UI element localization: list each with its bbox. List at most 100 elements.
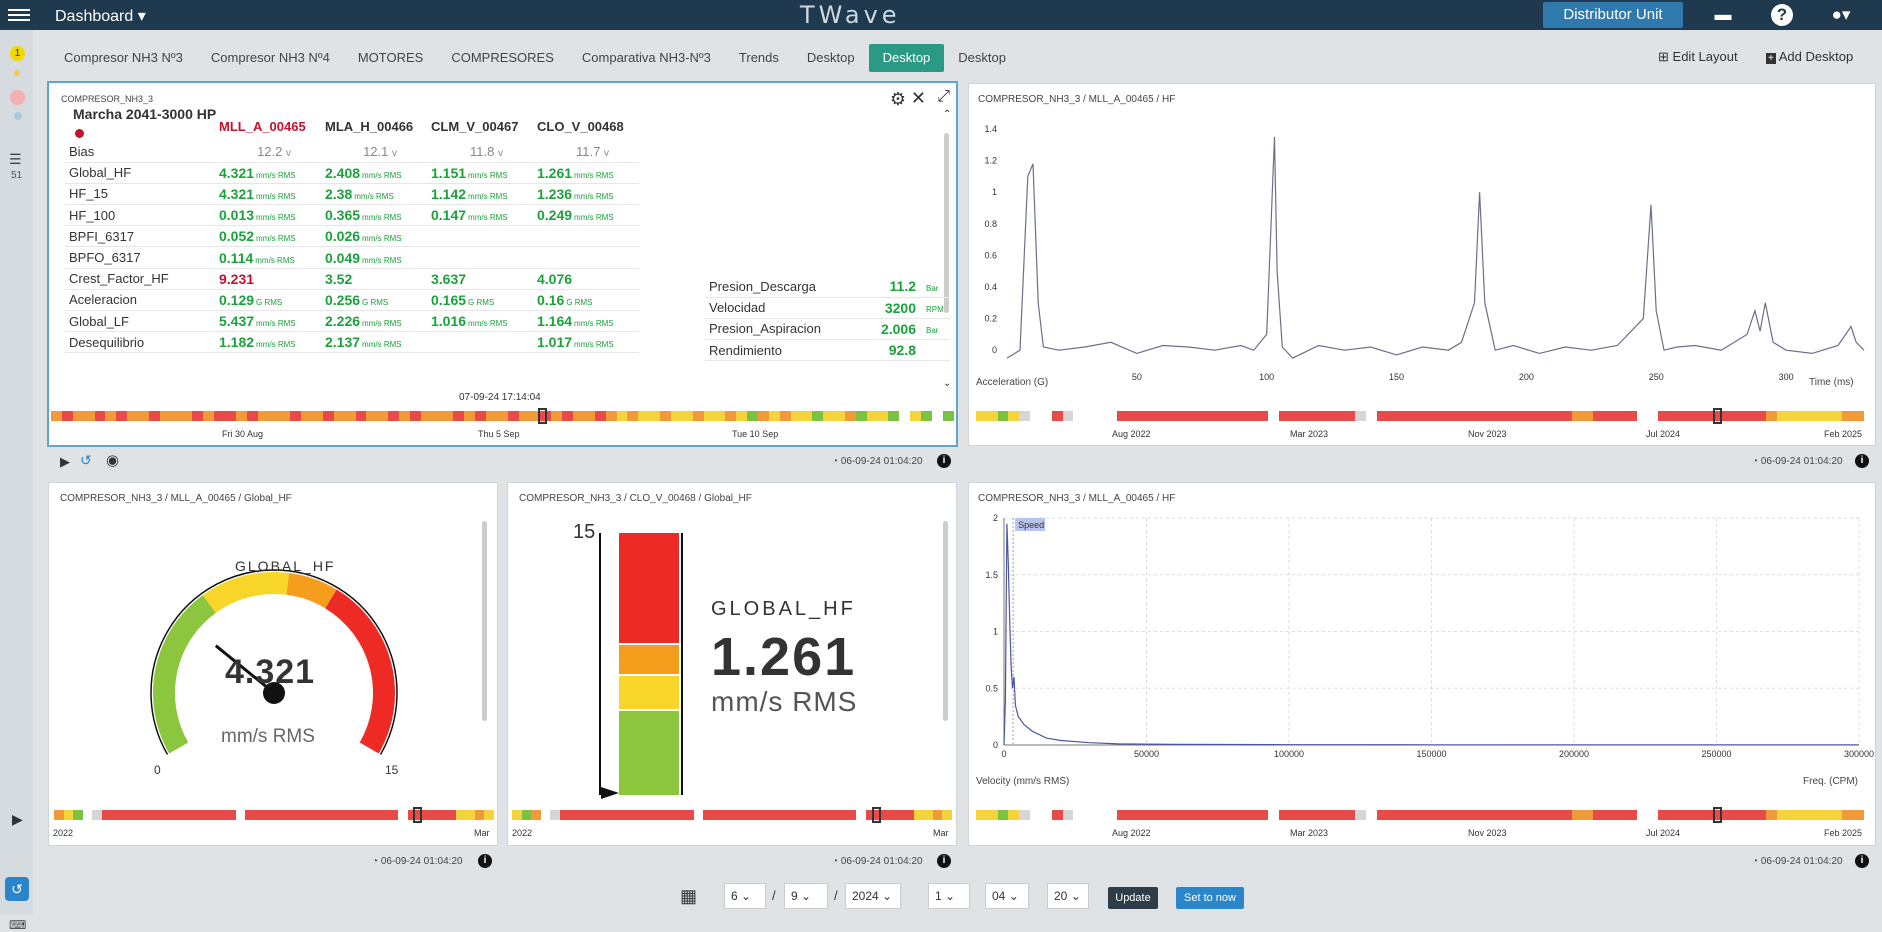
menu-icon[interactable] xyxy=(8,6,30,24)
minute-select[interactable]: 04 ⌄ xyxy=(985,883,1029,909)
set-to-now-button[interactable]: Set to now xyxy=(1176,887,1244,909)
value-cell[interactable]: 2.226 mm/s RMS xyxy=(321,310,427,333)
event-timeline[interactable] xyxy=(976,810,1864,820)
value-cell[interactable]: 4.076 xyxy=(533,268,639,290)
dashboard-menu[interactable]: Dashboard ▾ xyxy=(55,6,146,26)
value-cell[interactable]: 4.321 mm/s RMS xyxy=(215,183,321,206)
process-value[interactable]: 92.8 xyxy=(850,339,920,362)
value-cell[interactable]: 1.164 mm/s RMS xyxy=(533,310,639,333)
spectrum-chart[interactable]: 0 50000 100000 150000 200000 250000 300000 0 0.5… xyxy=(969,513,1877,783)
column-header[interactable]: MLL_A_00465 xyxy=(215,111,321,141)
expand-icon[interactable]: ⤢ xyxy=(937,88,950,106)
tab-desktop-6[interactable]: Desktop xyxy=(793,44,869,72)
value-cell[interactable]: 0.165 G RMS xyxy=(427,289,533,312)
value-cell[interactable]: 0.129 G RMS xyxy=(215,289,321,312)
value-cell[interactable]: 4.321 mm/s RMS xyxy=(215,162,321,184)
value-cell[interactable]: 0.052 mm/s RMS xyxy=(215,225,321,248)
value-cell[interactable]: 0.013 mm/s RMS xyxy=(215,204,321,227)
value-cell[interactable]: 0.249 mm/s RMS xyxy=(533,204,639,227)
process-value[interactable]: 2.006 xyxy=(850,318,920,341)
close-icon[interactable]: ✕ xyxy=(911,88,926,109)
eye-icon[interactable]: ◉ xyxy=(106,451,119,469)
value-cell[interactable]: 1.142 mm/s RMS xyxy=(427,183,533,206)
value-cell[interactable]: 1.151 mm/s RMS xyxy=(427,162,533,184)
alert-badge[interactable]: 1 xyxy=(10,46,25,61)
year-select[interactable]: 2024 ⌄ xyxy=(845,883,901,909)
play-icon[interactable]: ▶ xyxy=(60,454,70,470)
event-timeline[interactable] xyxy=(512,810,952,820)
info-icon[interactable]: i xyxy=(937,854,951,868)
tab-desktop-0[interactable]: Compresor NH3 Nº3 xyxy=(50,44,197,72)
waveform-chart[interactable]: 50 100 150 200 250 300 0 0.2 0.4 0.6 0.8 1 1.2 1.4 xyxy=(969,114,1877,394)
scrollbar[interactable] xyxy=(943,521,948,721)
column-header[interactable]: MLA_H_00466 xyxy=(321,111,427,141)
value-cell[interactable] xyxy=(427,246,533,269)
timeline-cursor[interactable] xyxy=(538,408,547,424)
timeline-cursor[interactable] xyxy=(872,807,881,823)
value-cell[interactable]: 5.437 mm/s RMS xyxy=(215,310,321,333)
event-timeline[interactable] xyxy=(54,810,494,820)
value-cell[interactable] xyxy=(427,225,533,248)
event-timeline[interactable] xyxy=(976,411,1864,421)
scroll-up-icon[interactable]: ⌃ xyxy=(943,109,951,120)
value-cell[interactable]: 0.147 mm/s RMS xyxy=(427,204,533,227)
tab-desktop-3[interactable]: COMPRESORES xyxy=(437,44,568,72)
value-cell[interactable]: 1.236 mm/s RMS xyxy=(533,183,639,206)
edit-layout-button[interactable]: ⊞ Edit Layout xyxy=(1658,49,1738,65)
info-icon[interactable]: i xyxy=(937,454,951,468)
calendar-icon[interactable]: ▦ xyxy=(680,886,697,907)
chat-icon[interactable]: ▬ xyxy=(1712,4,1734,26)
tab-desktop-2[interactable]: MOTORES xyxy=(344,44,438,72)
event-timeline[interactable] xyxy=(51,411,954,421)
value-cell[interactable]: 1.261 mm/s RMS xyxy=(533,162,639,184)
value-cell[interactable]: 2.38 mm/s RMS xyxy=(321,183,427,206)
column-header[interactable]: CLM_V_00467 xyxy=(427,111,533,141)
tab-desktop-8[interactable]: Desktop xyxy=(944,44,1020,72)
timeline-cursor[interactable] xyxy=(1713,408,1722,424)
timeline-cursor[interactable] xyxy=(1713,807,1722,823)
help-icon[interactable]: ? xyxy=(1771,4,1793,26)
add-desktop-button[interactable]: + Add Desktop xyxy=(1766,49,1853,64)
month-select[interactable]: 9 ⌄ xyxy=(784,883,828,909)
tab-desktop-4[interactable]: Comparativa NH3-Nº3 xyxy=(568,44,725,72)
value-cell[interactable] xyxy=(533,225,639,248)
column-header[interactable]: CLO_V_00468 xyxy=(533,111,639,141)
scroll-down-icon[interactable]: ⌄ xyxy=(943,378,951,389)
info-icon[interactable]: i xyxy=(478,854,492,868)
value-cell[interactable]: 0.365 mm/s RMS xyxy=(321,204,427,227)
tab-desktop-5[interactable]: Trends xyxy=(725,44,793,72)
second-select[interactable]: 20 ⌄ xyxy=(1047,883,1089,909)
history-icon[interactable]: ↺ xyxy=(80,452,92,469)
value-cell[interactable]: 2.137 mm/s RMS xyxy=(321,331,427,354)
value-cell[interactable]: 0.026 mm/s RMS xyxy=(321,225,427,248)
value-cell[interactable] xyxy=(533,246,639,269)
value-cell[interactable]: 0.049 mm/s RMS xyxy=(321,246,427,269)
value-cell[interactable]: 9.231 xyxy=(215,268,321,290)
user-icon[interactable]: ●▾ xyxy=(1830,4,1852,26)
value-cell[interactable]: 0.114 mm/s RMS xyxy=(215,246,321,269)
play-icon[interactable]: ▶ xyxy=(12,811,23,828)
history-icon[interactable]: ↺ xyxy=(5,877,29,901)
value-cell[interactable]: 0.16 G RMS xyxy=(533,289,639,312)
timeline-cursor[interactable] xyxy=(413,807,422,823)
value-cell[interactable]: 1.182 mm/s RMS xyxy=(215,331,321,354)
value-cell[interactable]: 3.52 xyxy=(321,268,427,290)
info-icon[interactable]: i xyxy=(1855,854,1869,868)
scrollbar[interactable] xyxy=(482,521,487,721)
info-icon[interactable]: i xyxy=(1855,454,1869,468)
gear-icon[interactable]: ⚙ xyxy=(890,89,906,110)
keyboard-icon[interactable]: ⌨ xyxy=(9,918,26,932)
list-icon[interactable]: ☰ xyxy=(9,151,22,168)
value-cell[interactable]: 0.256 G RMS xyxy=(321,289,427,312)
process-value[interactable]: 11.2 xyxy=(850,276,920,298)
value-cell[interactable] xyxy=(427,331,533,354)
distributor-unit-button[interactable]: Distributor Unit xyxy=(1543,2,1683,28)
value-cell[interactable]: 1.017 mm/s RMS xyxy=(533,331,639,354)
update-button[interactable]: Update xyxy=(1108,887,1158,909)
tab-desktop-1[interactable]: Compresor NH3 Nº4 xyxy=(197,44,344,72)
value-cell[interactable]: 3.637 xyxy=(427,268,533,290)
process-value[interactable]: 3200 xyxy=(850,297,920,319)
value-cell[interactable]: 2.408 mm/s RMS xyxy=(321,162,427,184)
tab-desktop-7[interactable]: Desktop xyxy=(868,44,945,72)
value-cell[interactable]: 1.016 mm/s RMS xyxy=(427,310,533,333)
